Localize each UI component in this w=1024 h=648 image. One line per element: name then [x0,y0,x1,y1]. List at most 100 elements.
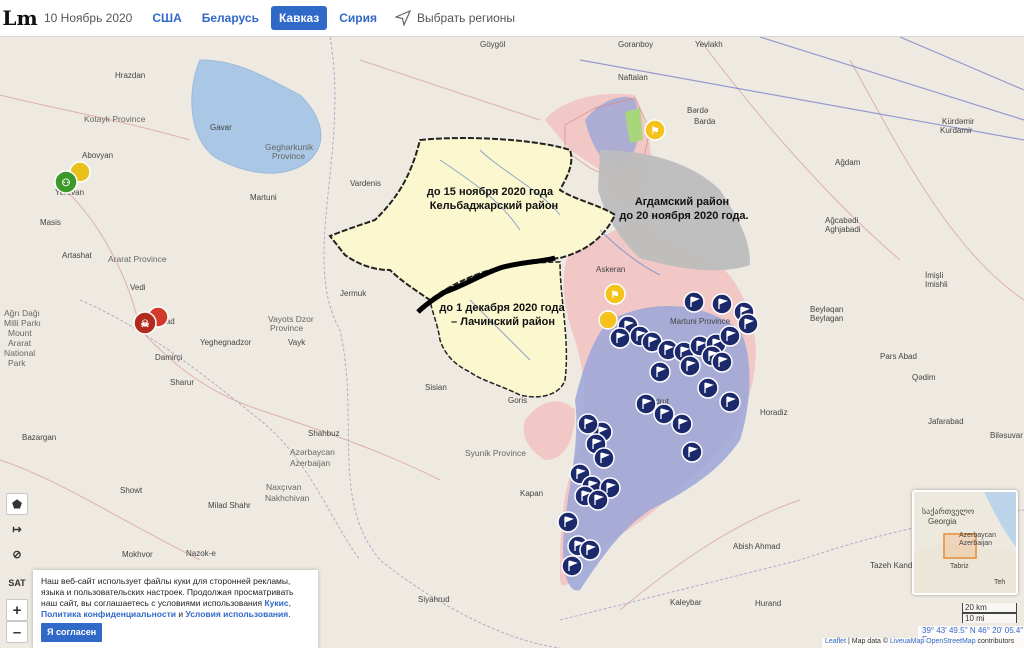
svg-text:Horadiz: Horadiz [760,408,788,417]
svg-text:Tazeh Kand: Tazeh Kand [870,561,912,570]
flag-marker[interactable] [561,555,583,577]
region-tab-syria[interactable]: Сирия [331,6,385,30]
navigation-arrow-icon [395,10,412,26]
select-regions-button[interactable]: Выбрать регионы [395,10,515,26]
svg-text:Kürdəmir: Kürdəmir [942,117,975,126]
flag-marker[interactable] [719,391,741,413]
minimap-teh: Teh [994,579,1005,586]
flag-marker[interactable] [587,489,609,511]
region-tab-belarus[interactable]: Беларусь [194,6,267,30]
svg-text:Sisian: Sisian [425,383,447,392]
flag-marker[interactable] [649,361,671,383]
attribution-contributors: contributors [975,638,1015,645]
label-agdam-name: Агдамский район [635,196,729,208]
svg-text:Hurand: Hurand [755,599,781,608]
flag-marker[interactable] [697,377,719,399]
minimap-tabriz: Tabriz [950,563,969,570]
map-canvas[interactable]: до 15 ноября 2020 года Кельбаджарский ра… [0,37,1024,648]
logo[interactable]: Lm [0,0,40,37]
measure-button[interactable]: ↦ [6,518,28,540]
svg-text:National: National [4,348,35,358]
flag-marker[interactable] [681,441,703,463]
label-kelbajar-name: Кельбаджарский район [430,200,558,212]
cookie-sep: , [288,598,291,608]
svg-text:Vayk: Vayk [288,338,306,347]
top-bar: Lm 10 Ноябрь 2020 США Беларусь Кавказ Си… [0,0,1024,37]
svg-text:Milli Parkı: Milli Parkı [4,318,41,328]
svg-text:Syunik Province: Syunik Province [465,448,526,458]
region-tab-caucasus[interactable]: Кавказ [270,6,328,30]
draw-polygon-button[interactable]: ⬟ [6,493,28,515]
svg-text:Naxçıvan: Naxçıvan [266,482,302,492]
svg-text:Masis: Masis [40,218,61,227]
svg-text:Shahbuz: Shahbuz [308,429,340,438]
svg-text:Gavar: Gavar [210,123,232,132]
privacy-link[interactable]: Политика конфиденциальности [41,609,176,619]
hide-layer-button[interactable]: ⊘ [6,543,28,565]
label-lachin-date: до 1 декабря 2020 года [439,302,565,314]
flag-marker[interactable] [719,325,741,347]
svg-text:Siyahrud: Siyahrud [418,595,450,604]
svg-text:Sharur: Sharur [170,378,194,387]
svg-text:Milad Shahr: Milad Shahr [208,501,251,510]
zoom-in-button[interactable]: + [6,599,28,621]
scale-mi: 10 mi [962,613,1017,623]
attribution: Leaflet | Map data © LiveuaMap OpenStree… [822,638,1024,648]
svg-text:İmişli: İmişli [925,271,943,280]
flag-marker[interactable] [653,403,675,425]
label-agdam-date: до 20 ноября 2020 года. [619,210,748,222]
flag-marker[interactable] [579,539,601,561]
flag-marker[interactable] [679,355,701,377]
flag-marker[interactable] [609,327,631,349]
svg-text:Damirçi: Damirçi [155,353,182,362]
svg-text:Askeran: Askeran [596,265,625,274]
select-regions-label: Выбрать регионы [417,11,516,25]
minimap[interactable]: საქართველო Georgia Azerbaycan Azerbaijan… [912,490,1018,595]
agree-button[interactable]: Я согласен [41,623,103,642]
svg-text:Azerbaijan: Azerbaijan [290,458,330,468]
satellite-toggle[interactable]: SAT [6,572,28,594]
svg-text:Ağcabədi: Ağcabədi [825,216,859,225]
flag-marker[interactable] [671,413,693,435]
svg-text:Qədim: Qədim [912,373,936,382]
flag-marker[interactable] [737,313,759,335]
svg-text:Ararat: Ararat [8,338,32,348]
svg-text:Naftalan: Naftalan [618,73,648,82]
svg-text:Yeghegnadzor: Yeghegnadzor [200,338,252,347]
cookie-text: Наш веб-сайт использует файлы куки для с… [41,576,294,608]
flag-marker[interactable] [635,393,657,415]
minimap-georgia-ka: საქართველო [922,507,974,516]
minimap-azerbaijan: Azerbaycan [959,532,996,539]
svg-text:Jermuk: Jermuk [340,289,367,298]
flag-marker[interactable] [711,351,733,373]
zoom-out-button[interactable]: – [6,621,28,643]
leaflet-link[interactable]: Leaflet [825,638,846,645]
svg-text:Kaleybar: Kaleybar [670,598,702,607]
flag-marker[interactable] [593,447,615,469]
svg-text:Barda: Barda [694,117,716,126]
svg-text:Province: Province [272,151,305,161]
svg-text:Martuni Province: Martuni Province [670,317,731,326]
svg-text:Ağdam: Ağdam [835,158,861,167]
svg-text:⚑: ⚑ [651,126,660,137]
svg-text:Vedi: Vedi [130,283,146,292]
svg-text:Goranboy: Goranboy [618,40,653,49]
svg-text:☠: ☠ [141,319,150,330]
svg-text:Martuni: Martuni [250,193,277,202]
svg-text:Goris: Goris [508,396,527,405]
flag-marker[interactable] [683,291,705,313]
region-tab-usa[interactable]: США [144,6,189,30]
osm-link[interactable]: LiveuaMap OpenStreetMap [890,638,976,645]
svg-text:Province: Province [270,323,303,333]
cookie-link[interactable]: Кукис [264,598,288,608]
yellow-marker-west[interactable] [598,310,618,330]
yellow-marker-askeran[interactable]: ⚑ [604,283,626,305]
svg-text:Artashat: Artashat [62,251,93,260]
svg-text:Vardenis: Vardenis [350,179,381,188]
terms-link[interactable]: Условия использования [185,609,288,619]
flag-marker[interactable] [577,413,599,435]
flag-marker[interactable] [557,511,579,533]
flag-marker[interactable] [711,293,733,315]
date-label[interactable]: 10 Ноябрь 2020 [44,11,132,25]
yellow-marker-north[interactable]: ⚑ [644,119,666,141]
